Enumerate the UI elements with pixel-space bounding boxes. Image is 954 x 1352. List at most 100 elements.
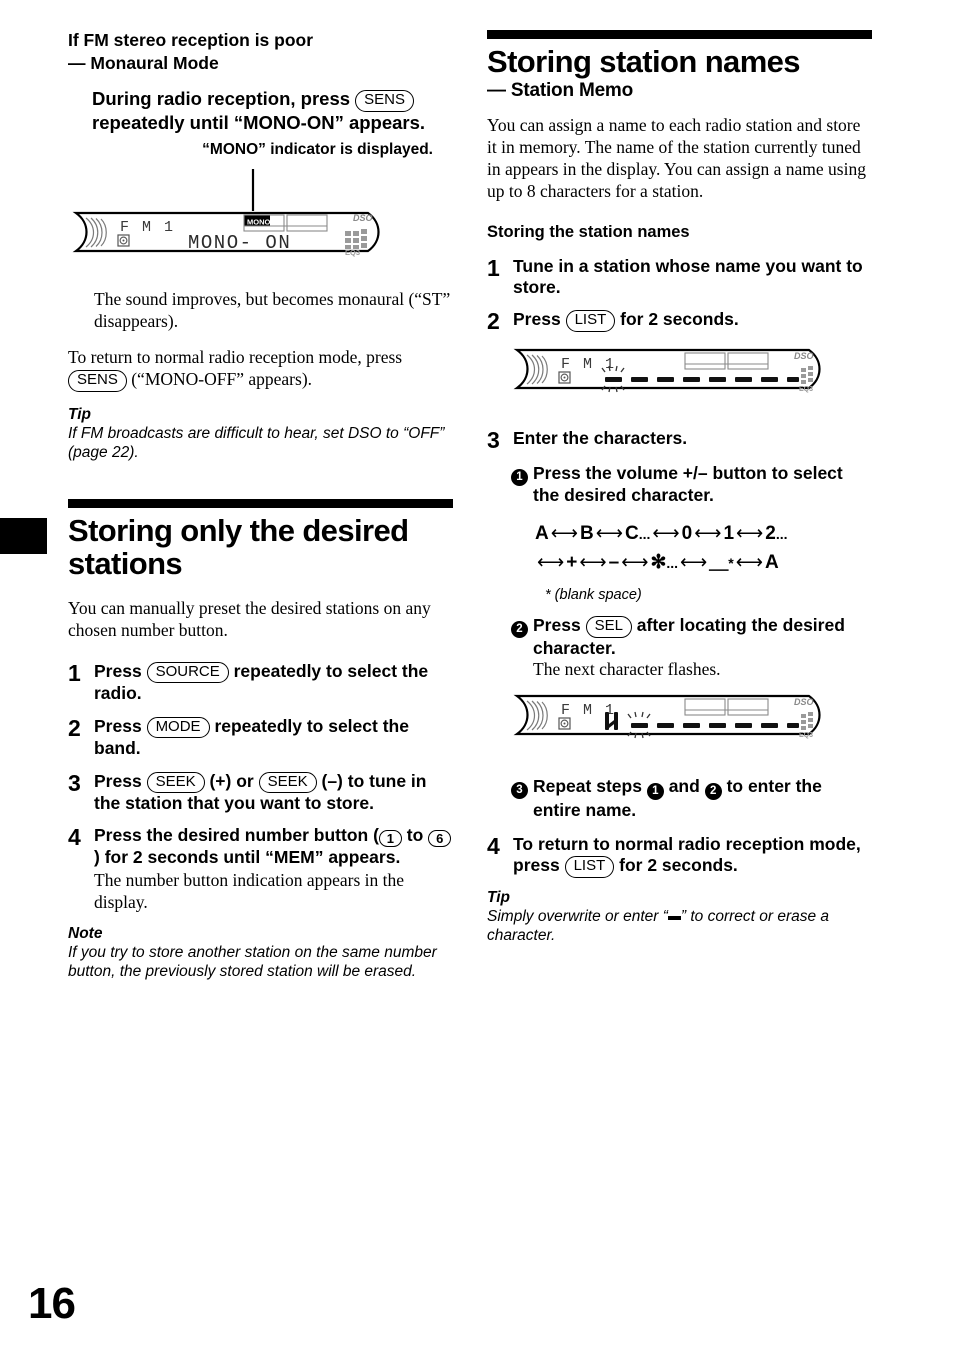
character-sequence-line-1: A ⟷ B ⟷ C... ⟷ 0 ⟷ 1 ⟷ 2... [535, 520, 872, 549]
char-a-end: A [765, 551, 779, 573]
left-column: If FM stereo reception is poor — Monaura… [68, 30, 453, 982]
source-button-token[interactable]: SOURCE [146, 661, 229, 684]
sens-button-token-2[interactable]: SENS [68, 370, 127, 392]
step-2: 2 Press MODE repeatedly to select the ba… [68, 716, 453, 760]
right-step-4: 4 To return to normal radio reception mo… [487, 834, 872, 878]
circled-number-ref-1: 1 [646, 783, 664, 801]
step-1-post: repeatedly to select the radio. [94, 660, 429, 704]
return-text-1: To return to normal radio reception mode… [68, 347, 403, 368]
arrow-icon: ⟷ [550, 523, 578, 545]
step-3-number: 3 [68, 769, 81, 796]
step-4-post: ) for 2 seconds until “MEM” appears. [94, 847, 401, 868]
char-ellipsis-3: ... [666, 554, 679, 571]
step-3-mid: (+) or [209, 770, 254, 791]
step-1-number: 1 [68, 659, 81, 686]
step-4-number: 4 [68, 824, 81, 851]
step-1-pre: Press [94, 660, 142, 681]
substep-2-detail: The next character flashes. [533, 659, 721, 680]
step-4-pre: Press the desired number button ( [94, 825, 379, 846]
section-storing-desired: Storing only the desired stations You ca… [68, 498, 453, 982]
arrow-icon: ⟷ [621, 551, 649, 573]
substep-3-mid: and [668, 776, 700, 797]
number-button-1-token[interactable]: 1 [378, 830, 402, 848]
arrow-icon: ⟷ [537, 551, 565, 573]
right-step-2-pre: Press [513, 309, 561, 330]
right-step-1-text: Tune in a station whose name you want to… [513, 255, 863, 297]
char-plus: + [566, 551, 578, 573]
seek-minus-button-token[interactable]: SEEK [258, 771, 317, 794]
arrow-icon: ⟷ [579, 551, 607, 573]
right-step-3-text: Enter the characters. [513, 428, 688, 449]
right-subtitle: — Station Memo [487, 80, 634, 102]
right-step-1-number: 1 [487, 254, 500, 281]
section2-intro: You can manually preset the desired stat… [68, 597, 431, 640]
mode-button-token[interactable]: MODE [146, 716, 210, 739]
note-label-left: Note [68, 924, 103, 942]
substep-2: 2 Press SEL after locating the desired c… [511, 615, 872, 680]
circled-number-2: 2 [511, 621, 528, 639]
svg-text:MONO- ON: MONO- ON [188, 232, 291, 254]
char-minus: – [608, 551, 620, 573]
right-step-3: 3 Enter the characters. [487, 428, 872, 452]
circled-number-3: 3 [511, 782, 528, 800]
right-step-2-number: 2 [487, 308, 500, 335]
svg-text:DSO: DSO [794, 697, 814, 707]
char-0: 0 [681, 523, 693, 545]
substep-3-text: Repeat steps 1 and 2 to enter the entire… [533, 776, 872, 821]
arrow-icon: ⟷ [735, 551, 763, 573]
substep-3: 3 Repeat steps 1 and 2 to enter the enti… [511, 776, 872, 821]
substep-1-marker: 1 [511, 463, 533, 506]
step-2-post: repeatedly to select the band. [94, 715, 409, 759]
list-button-token-2[interactable]: LIST [564, 856, 615, 878]
number-button-6-token[interactable]: 6 [428, 830, 452, 848]
list-button-token[interactable]: LIST [565, 310, 616, 332]
char-1: 1 [723, 523, 735, 545]
tip-text-right-1: Simply overwrite or enter “ [487, 907, 668, 925]
step-1-text: Press SOURCE repeatedly to select the ra… [94, 661, 453, 705]
right-step-3-number: 3 [487, 427, 500, 454]
margin-thumb-tab [0, 518, 47, 554]
blank-char-glyph [667, 915, 681, 920]
substep-3-marker: 3 [511, 776, 533, 821]
character-sequence-line-2: ⟷ + ⟷ – ⟷ ✻... ⟷ ＿* ⟷ A [535, 549, 872, 578]
right-title: Storing station names [487, 44, 801, 79]
substep-2-pre: Press [533, 615, 581, 636]
sens-button-token[interactable]: SENS [355, 90, 415, 112]
substep-2-text: Press SEL after locating the desired cha… [533, 615, 872, 680]
right-step-2: 2 Press LIST for 2 seconds. [487, 309, 872, 333]
manual-page: If FM stereo reception is poor — Monaura… [0, 0, 954, 1352]
mono-instruction-part2: repeatedly until “MONO-ON” appears. [92, 111, 426, 133]
right-step-4-number: 4 [487, 832, 500, 859]
tip-label-right: Tip [487, 888, 510, 906]
char-ellipsis-1: ... [638, 526, 651, 543]
char-2: 2 [765, 523, 776, 545]
storing-names-head: Storing the station names [487, 222, 690, 241]
tip-text-right: Simply overwrite or enter “” to correct … [487, 907, 872, 946]
svg-text:DSO: DSO [353, 213, 373, 223]
svg-text:EQ3: EQ3 [799, 732, 813, 739]
step-4-text: Press the desired number button (1 to 6)… [94, 825, 453, 912]
right-step-4-text: To return to normal radio reception mode… [513, 834, 872, 878]
circled-number-ref-2: 2 [704, 783, 722, 801]
mono-callout: “MONO” indicator is displayed. [202, 140, 433, 158]
step-4-mid: to [406, 825, 424, 846]
step-3-pre: Press [94, 770, 142, 791]
right-column: Storing station names — Station Memo You… [487, 30, 872, 945]
lcd-display-mono: F M 1 MONO MONO- ON DSO EQ3 [72, 169, 380, 257]
display-entering-name-wrap: F M 1 DSO EQ3 [509, 690, 872, 768]
seek-plus-button-token[interactable]: SEEK [146, 771, 205, 794]
arrow-icon: ⟷ [680, 551, 708, 573]
right-step-1: 1 Tune in a station whose name you want … [487, 256, 872, 299]
substep-1-text: Press the volume +/– button to select th… [533, 463, 843, 505]
step-1: 1 Press SOURCE repeatedly to select the … [68, 661, 453, 705]
char-a: A [535, 523, 549, 545]
sel-button-token[interactable]: SEL [585, 616, 632, 638]
left-heading: If FM stereo reception is poor [68, 30, 314, 50]
substep-2-marker: 2 [511, 615, 533, 680]
substep-3-pre: Repeat steps [533, 776, 642, 797]
right-step-2-post: for 2 seconds. [620, 309, 739, 330]
char-ellipsis-2: ... [775, 526, 788, 543]
mono-instruction-part1: During radio reception, press [92, 88, 351, 109]
right-intro: You can assign a name to each radio stat… [487, 115, 866, 202]
arrow-icon: ⟷ [694, 523, 722, 545]
